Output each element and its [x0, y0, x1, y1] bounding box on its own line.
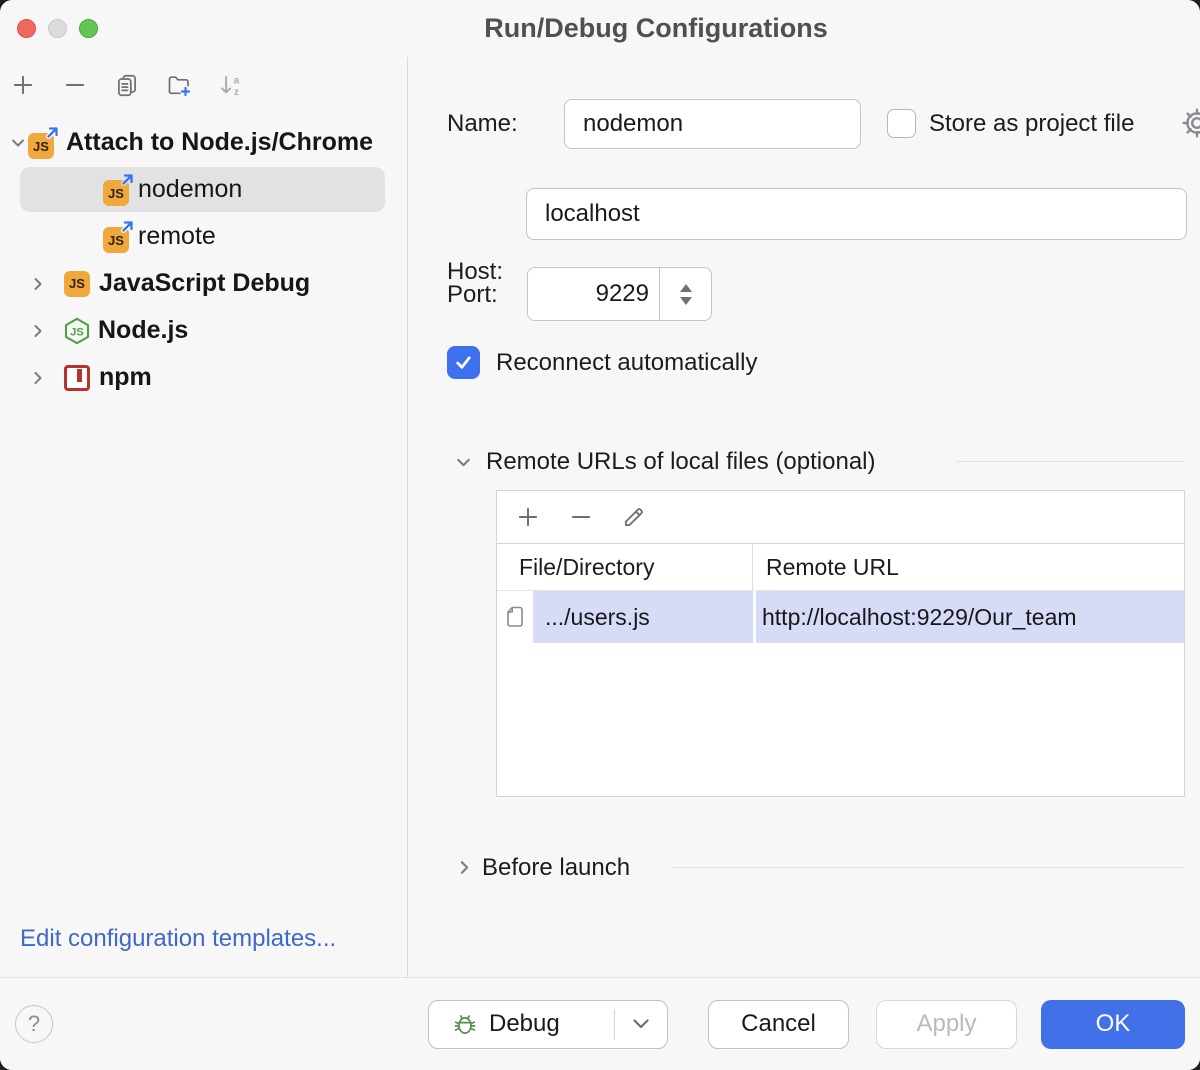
cancel-button[interactable]: Cancel — [708, 1000, 849, 1049]
bug-icon — [452, 1011, 478, 1037]
chevron-right-icon[interactable] — [28, 368, 48, 388]
section-chevron-down-icon[interactable] — [454, 453, 473, 472]
port-spinner — [527, 267, 712, 321]
tree-item-label: Attach to Node.js/Chrome — [66, 128, 373, 157]
tree-item-attach-to-nodejs-chrome[interactable]: JS Attach to Node.js/Chrome — [0, 119, 407, 166]
cell-file-directory[interactable]: .../users.js — [533, 591, 753, 643]
nodejs-icon: JS — [62, 316, 92, 346]
new-folder-icon[interactable] — [165, 72, 192, 99]
configurations-sidebar: a z JS — [0, 57, 408, 977]
checkmark-icon — [453, 352, 474, 373]
tree-item-label: remote — [138, 222, 216, 251]
zoom-window-button[interactable] — [79, 19, 98, 38]
edit-row-icon[interactable] — [620, 504, 647, 531]
tree-item-label: nodemon — [138, 175, 242, 204]
column-header-file-directory[interactable]: File/Directory — [497, 544, 753, 590]
chevron-right-icon[interactable] — [28, 321, 48, 341]
file-icon — [505, 606, 525, 628]
chevron-down-icon[interactable] — [632, 1018, 650, 1030]
port-stepper[interactable] — [659, 268, 711, 320]
reconnect-automatically-checkbox[interactable] — [447, 346, 480, 379]
js-attach-icon: JS — [28, 126, 60, 159]
table-row[interactable]: .../users.js http://localhost:9229/Our_t… — [497, 591, 1184, 643]
svg-text:a: a — [233, 75, 239, 86]
copy-configuration-icon[interactable] — [113, 72, 140, 99]
stepper-down-icon[interactable] — [679, 296, 693, 305]
name-label: Name: — [447, 110, 518, 138]
store-as-project-file-checkbox[interactable] — [887, 109, 916, 138]
svg-text:z: z — [233, 87, 238, 98]
help-button[interactable]: ? — [15, 1005, 53, 1043]
tree-item-label: Node.js — [98, 316, 188, 345]
debug-button[interactable]: Debug — [428, 1000, 668, 1049]
minimize-window-button[interactable] — [48, 19, 67, 38]
port-input[interactable] — [528, 268, 659, 320]
tree-item-remote[interactable]: JS remote — [0, 213, 407, 260]
remote-urls-table: File/Directory Remote URL .../users.js h… — [496, 490, 1185, 797]
reconnect-automatically-label: Reconnect automatically — [496, 349, 757, 377]
stepper-up-icon[interactable] — [679, 284, 693, 293]
dialog-footer: ? Debug Cancel Apply OK — [0, 977, 1200, 1070]
remote-urls-section-header[interactable]: Remote URLs of local files (optional) — [486, 448, 876, 476]
svg-text:JS: JS — [70, 326, 83, 338]
js-attach-icon: JS — [103, 173, 135, 206]
row-gutter — [497, 591, 533, 643]
button-divider — [614, 1009, 615, 1040]
chevron-down-icon[interactable] — [8, 133, 28, 153]
remove-configuration-icon[interactable] — [61, 72, 88, 99]
port-label: Port: — [447, 281, 498, 309]
ok-button[interactable]: OK — [1041, 1000, 1185, 1049]
configuration-form: Name: Store as project file Host: Port: — [408, 57, 1200, 977]
sidebar-toolbar: a z — [9, 65, 244, 105]
run-debug-configurations-dialog: Run/Debug Configurations — [0, 0, 1200, 1070]
configurations-tree: JS Attach to Node.js/Chrome JS — [0, 119, 407, 401]
tree-item-javascript-debug[interactable]: JS JavaScript Debug — [0, 260, 407, 307]
store-as-project-file-label: Store as project file — [929, 110, 1134, 138]
npm-icon — [64, 365, 90, 391]
section-divider — [671, 867, 1185, 868]
sort-configurations-icon[interactable]: a z — [217, 72, 244, 99]
table-toolbar — [497, 491, 1184, 544]
titlebar: Run/Debug Configurations — [0, 0, 1200, 57]
close-window-button[interactable] — [17, 19, 36, 38]
traffic-lights — [17, 19, 98, 38]
tree-item-nodejs[interactable]: JS Node.js — [0, 307, 407, 354]
edit-configuration-templates-link[interactable]: Edit configuration templates... — [20, 925, 336, 953]
tree-item-npm[interactable]: npm — [0, 354, 407, 401]
apply-button[interactable]: Apply — [876, 1000, 1017, 1049]
chevron-right-icon[interactable] — [28, 274, 48, 294]
tree-item-nodemon[interactable]: JS nodemon — [0, 166, 407, 213]
host-input[interactable] — [526, 188, 1187, 240]
add-row-icon[interactable] — [514, 504, 541, 531]
before-launch-section-header[interactable]: Before launch — [482, 854, 630, 882]
add-configuration-icon[interactable] — [9, 72, 36, 99]
remove-row-icon[interactable] — [567, 504, 594, 531]
tree-item-label: npm — [99, 363, 152, 392]
section-divider — [956, 461, 1185, 462]
js-attach-icon: JS — [103, 220, 135, 253]
column-header-remote-url[interactable]: Remote URL — [753, 554, 899, 581]
dialog-title: Run/Debug Configurations — [112, 13, 1200, 44]
gear-icon[interactable] — [1180, 106, 1200, 140]
table-header: File/Directory Remote URL — [497, 544, 1184, 591]
section-chevron-right-icon[interactable] — [455, 858, 474, 877]
name-input[interactable] — [564, 99, 861, 149]
tree-item-label: JavaScript Debug — [99, 269, 310, 298]
js-icon: JS — [64, 271, 90, 297]
debug-button-label: Debug — [489, 1010, 560, 1038]
cell-remote-url[interactable]: http://localhost:9229/Our_team — [756, 591, 1184, 643]
